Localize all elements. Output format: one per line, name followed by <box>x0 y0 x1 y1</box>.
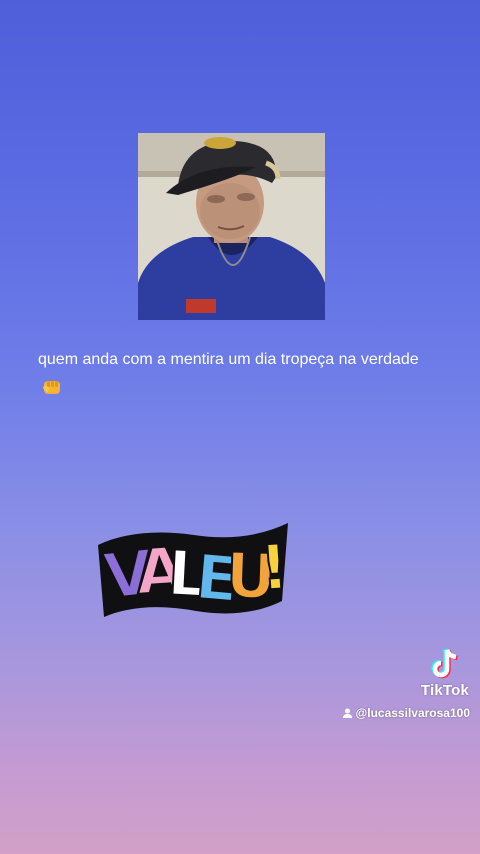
sticker-letter: ! <box>258 530 291 605</box>
user-icon <box>342 707 352 721</box>
profile-photo <box>138 133 325 320</box>
valeu-sticker: V A L E U! <box>96 515 292 625</box>
caption-text: quem anda com a mentira um dia tropeça n… <box>38 351 419 368</box>
post-caption: quem anda com a mentira um dia tropeça n… <box>38 345 438 403</box>
tiktok-watermark: TikTok <box>418 648 472 702</box>
tiktok-logo-icon <box>431 648 458 679</box>
username-text: @lucassilvarosa100 <box>355 706 470 720</box>
fist-bump-emoji-icon <box>42 377 64 395</box>
tiktok-brand-text: TikTok <box>420 682 470 699</box>
person-photo-illustration <box>138 133 325 320</box>
valeu-sticker-art: VALEU! <box>98 523 292 617</box>
tiktok-username: @lucassilvarosa100 <box>342 706 470 721</box>
